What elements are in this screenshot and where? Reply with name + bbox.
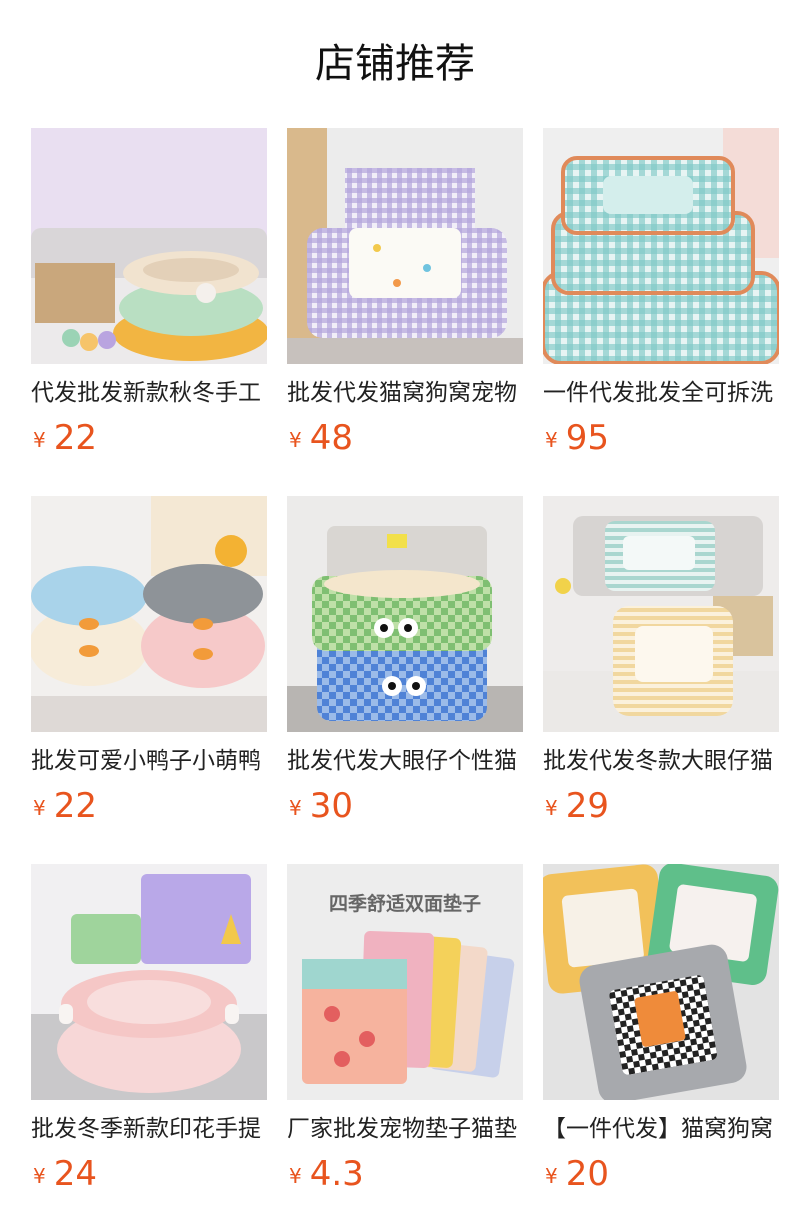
product-price: ¥48 [289, 418, 353, 458]
price-amount: 29 [565, 786, 609, 826]
product-card[interactable]: 批发可爱小鸭子小萌鸭 ¥22 [31, 496, 267, 832]
price-amount: 30 [309, 786, 353, 826]
striped-square-beds-image [543, 496, 779, 732]
product-name[interactable]: 厂家批发宠物垫子猫垫 [287, 1112, 523, 1146]
product-name[interactable]: 一件代发批发全可拆洗 [543, 376, 779, 410]
pink-round-bed-with-handles-image [31, 864, 267, 1100]
product-price: ¥20 [545, 1154, 609, 1194]
product-name[interactable]: 批发可爱小鸭子小萌鸭 [31, 744, 267, 778]
currency-symbol: ¥ [33, 428, 46, 452]
page-title: 店铺推荐 [315, 41, 475, 87]
product-card[interactable]: 批发冬季新款印花手提 ¥24 [31, 864, 267, 1200]
product-card[interactable]: 一件代发批发全可拆洗 ¥95 [543, 128, 779, 464]
product-image[interactable]: 四季舒适双面垫子 [287, 864, 523, 1100]
image-caption: 四季舒适双面垫子 [329, 892, 481, 915]
product-name[interactable]: 【一件代发】猫窝狗窝 [543, 1112, 779, 1146]
teal-plaid-stacked-beds-image [543, 128, 779, 364]
product-price: ¥22 [33, 418, 97, 458]
currency-symbol: ¥ [33, 796, 46, 820]
product-image[interactable] [31, 496, 267, 732]
product-name[interactable]: 批发代发大眼仔个性猫 [287, 744, 523, 778]
product-price: ¥30 [289, 786, 353, 826]
product-card[interactable]: 【一件代发】猫窝狗窝 ¥20 [543, 864, 779, 1200]
product-card[interactable]: 四季舒适双面垫子 厂家批发宠物垫子猫垫 ¥4.3 [287, 864, 523, 1200]
product-price: ¥29 [545, 786, 609, 826]
square-colorful-beds-image [543, 864, 779, 1100]
product-name[interactable]: 代发批发新款秋冬手工 [31, 376, 267, 410]
purple-gingham-sofa-bed-image [287, 128, 523, 364]
product-image[interactable] [31, 864, 267, 1100]
product-image[interactable] [543, 864, 779, 1100]
product-card[interactable]: 批发代发猫窝狗窝宠物 ¥48 [287, 128, 523, 464]
product-image[interactable] [287, 496, 523, 732]
product-price: ¥4.3 [289, 1154, 364, 1194]
product-name[interactable]: 批发代发冬款大眼仔猫 [543, 744, 779, 778]
product-name[interactable]: 批发冬季新款印花手提 [31, 1112, 267, 1146]
header: 店铺推荐 [0, 0, 790, 128]
currency-symbol: ¥ [545, 428, 558, 452]
plush-round-pet-beds-image [31, 128, 267, 364]
currency-symbol: ¥ [33, 1164, 46, 1188]
product-card[interactable]: 批发代发大眼仔个性猫 ¥30 [287, 496, 523, 832]
currency-symbol: ¥ [545, 796, 558, 820]
product-name[interactable]: 批发代发猫窝狗窝宠物 [287, 376, 523, 410]
price-amount: 48 [309, 418, 353, 458]
price-amount: 24 [53, 1154, 97, 1194]
currency-symbol: ¥ [289, 796, 302, 820]
product-price: ¥22 [33, 786, 97, 826]
price-amount: 4.3 [309, 1154, 364, 1194]
currency-symbol: ¥ [545, 1164, 558, 1188]
product-image[interactable] [31, 128, 267, 364]
product-image[interactable] [543, 128, 779, 364]
checkered-googly-eye-baskets-image [287, 496, 523, 732]
price-amount: 95 [565, 418, 609, 458]
product-card[interactable]: 代发批发新款秋冬手工 ¥22 [31, 128, 267, 464]
price-amount: 22 [53, 418, 97, 458]
price-amount: 22 [53, 786, 97, 826]
price-amount: 20 [565, 1154, 609, 1194]
duck-face-round-beds-image [31, 496, 267, 732]
product-price: ¥95 [545, 418, 609, 458]
currency-symbol: ¥ [289, 428, 302, 452]
product-image[interactable] [543, 496, 779, 732]
currency-symbol: ¥ [289, 1164, 302, 1188]
product-image[interactable] [287, 128, 523, 364]
product-price: ¥24 [33, 1154, 97, 1194]
product-card[interactable]: 批发代发冬款大眼仔猫 ¥29 [543, 496, 779, 832]
stacked-pet-mats-image: 四季舒适双面垫子 [287, 864, 523, 1100]
